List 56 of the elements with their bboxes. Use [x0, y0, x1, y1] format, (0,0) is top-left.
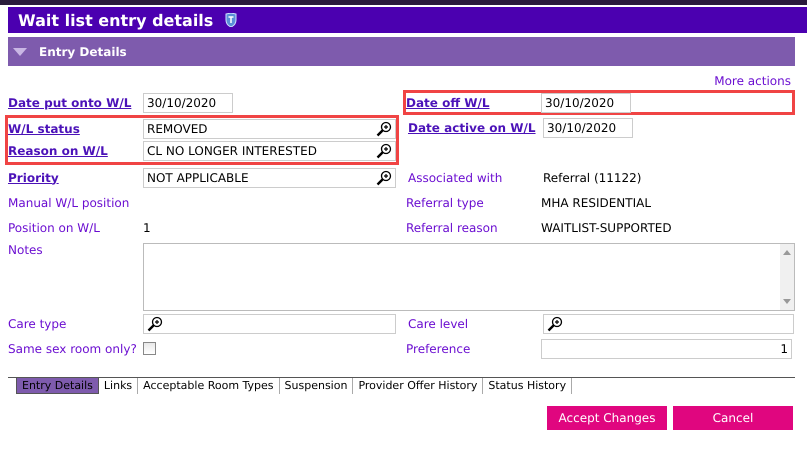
field-value: CL NO LONGER INTERESTED	[147, 144, 317, 158]
field-label: Referral reason	[406, 220, 499, 234]
field-label: Same sex room only?	[8, 342, 138, 356]
tab[interactable]: Links	[98, 378, 138, 394]
lookup-field[interactable]: CL NO LONGER INTERESTED	[143, 141, 396, 161]
field-label: Care type	[8, 316, 68, 330]
scrollbar[interactable]	[780, 244, 794, 310]
zoom-in-icon[interactable]	[376, 121, 392, 137]
scroll-up-icon[interactable]	[783, 250, 791, 255]
field-value: Referral (11122)	[543, 170, 642, 184]
zoom-in-icon[interactable]	[376, 170, 392, 186]
tab[interactable]: Provider Offer History	[353, 378, 484, 394]
field-link[interactable]: Priority	[8, 170, 143, 184]
number-field[interactable]: 1	[541, 338, 792, 358]
window-title: Wait list entry details	[18, 10, 214, 30]
zoom-in-icon[interactable]	[547, 316, 563, 332]
field-label: Position on W/L	[8, 220, 101, 234]
accept-button[interactable]: Accept Changes	[547, 406, 667, 430]
section-header[interactable]: Entry Details	[8, 37, 795, 66]
field-label: Manual W/L position	[8, 196, 130, 210]
tab[interactable]: Entry Details	[16, 378, 99, 394]
shield-icon	[225, 13, 238, 27]
date-field[interactable]: 30/10/2020	[143, 92, 233, 112]
field-label: Referral type	[406, 196, 485, 210]
more-actions-link[interactable]: More actions	[714, 74, 791, 90]
checkbox[interactable]	[143, 342, 156, 355]
notes-field[interactable]	[143, 243, 795, 311]
date-field[interactable]: 30/10/2020	[543, 118, 633, 138]
scroll-down-icon[interactable]	[783, 299, 791, 304]
field-label: Preference	[406, 342, 472, 356]
lookup-field[interactable]	[543, 314, 794, 334]
lookup-field[interactable]: NOT APPLICABLE	[143, 168, 396, 188]
zoom-in-icon[interactable]	[147, 316, 163, 332]
field-link[interactable]: Reason on W/L	[8, 144, 143, 158]
field-link[interactable]: Date active on W/L	[408, 120, 543, 134]
tab[interactable]: Status History	[483, 378, 572, 394]
field-label: Notes	[8, 243, 44, 257]
field-link[interactable]: W/L status	[8, 122, 143, 136]
field-label: Care level	[408, 316, 470, 330]
field-value: REMOVED	[147, 122, 208, 136]
field-value: MHA RESIDENTIAL	[541, 196, 652, 210]
date-field[interactable]: 30/10/2020	[541, 92, 631, 112]
lookup-field[interactable]	[143, 314, 396, 334]
tab[interactable]: Acceptable Room Types	[138, 378, 280, 394]
cancel-button[interactable]: Cancel	[673, 406, 793, 430]
section-title: Entry Details	[39, 44, 127, 58]
field-link[interactable]: Date put onto W/L	[8, 96, 143, 110]
collapse-icon[interactable]	[13, 48, 27, 56]
lookup-field[interactable]: REMOVED	[143, 119, 396, 139]
field-link[interactable]: Date off W/L	[406, 96, 541, 110]
field-value: WAITLIST-SUPPORTED	[541, 220, 672, 234]
zoom-in-icon[interactable]	[376, 143, 392, 159]
tab[interactable]: Suspension	[280, 378, 354, 394]
field-value: NOT APPLICABLE	[147, 170, 249, 184]
field-value: 1	[143, 220, 151, 234]
field-label: Associated with	[408, 170, 504, 184]
